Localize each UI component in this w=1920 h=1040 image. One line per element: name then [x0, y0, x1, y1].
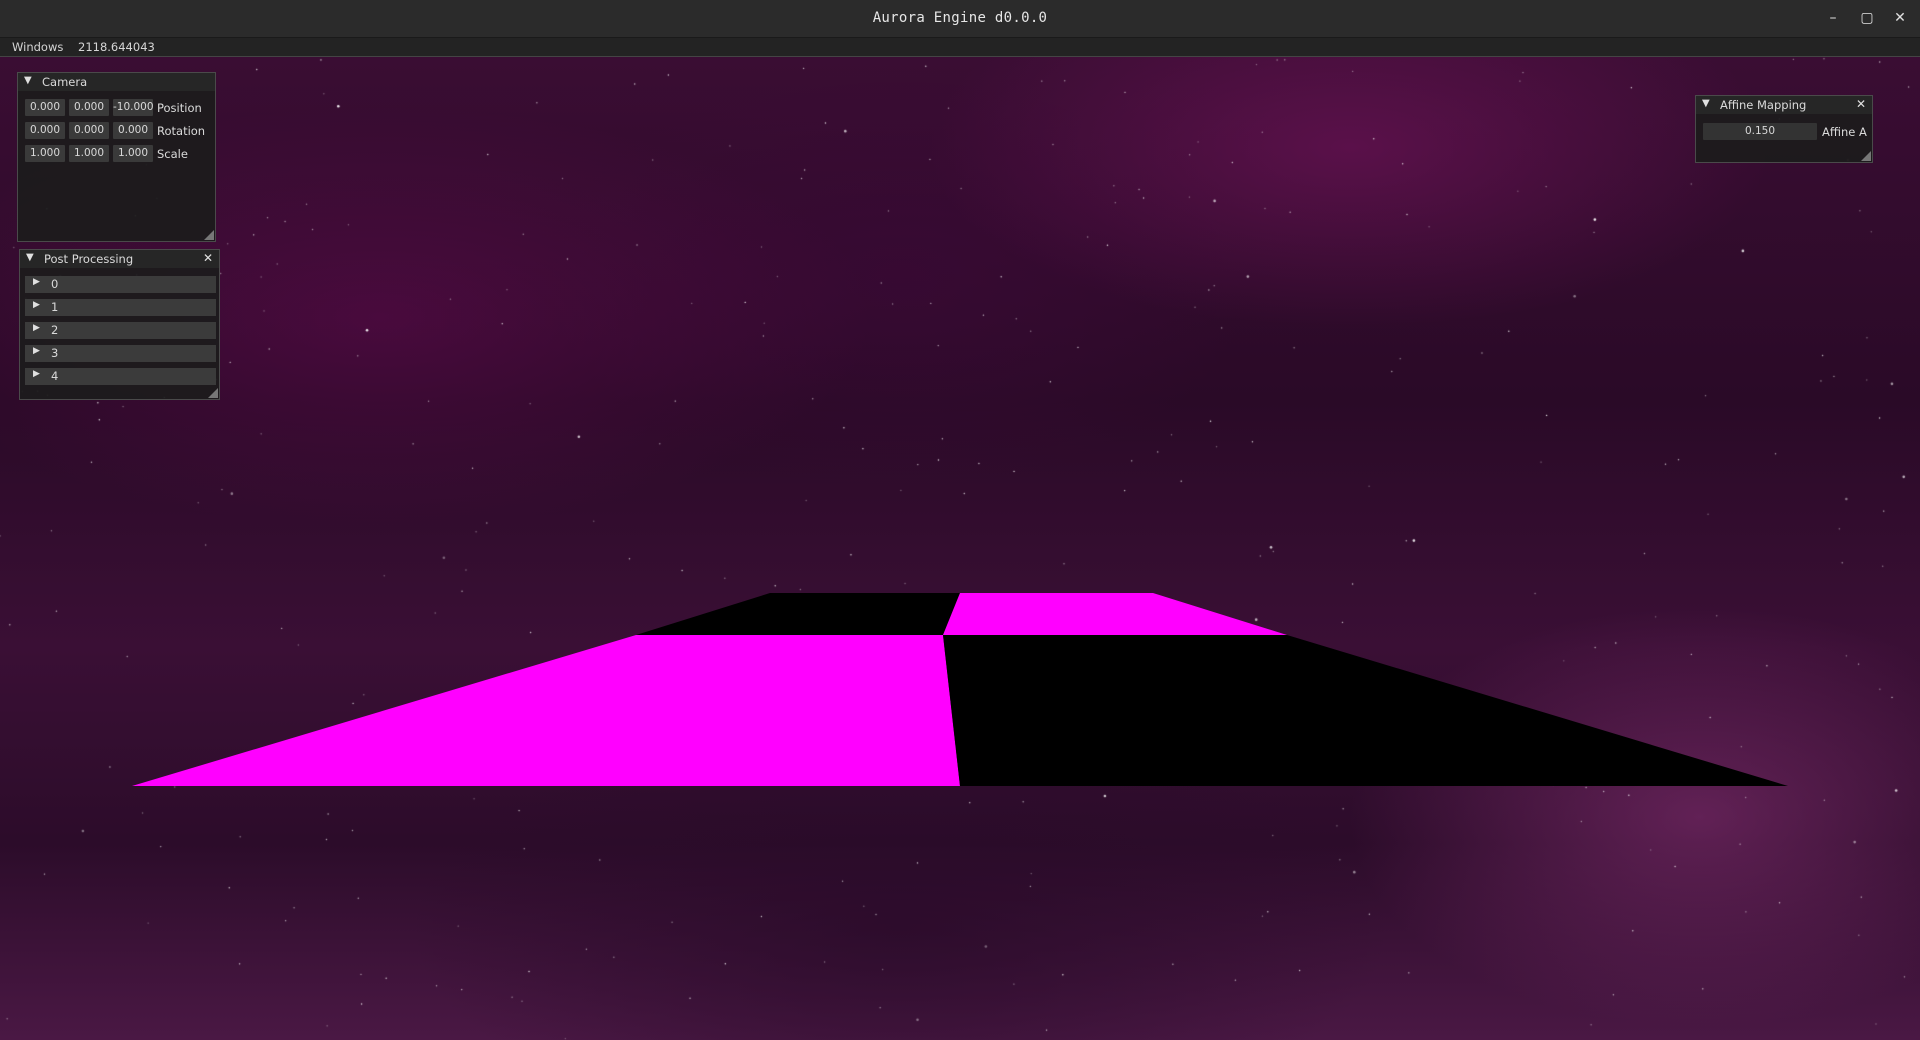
camera-panel-header[interactable]: ▼ Camera	[18, 73, 215, 91]
post-process-node-1[interactable]: ▶ 1	[25, 299, 216, 316]
affine-mapping-panel: ▼ Affine Mapping ✕ 0.150 Affine A	[1695, 95, 1873, 163]
post-process-node-0[interactable]: ▶ 0	[25, 276, 216, 293]
floor-tile-far-left	[636, 593, 960, 635]
post-process-node-label: 3	[51, 346, 59, 360]
affine-a-slider[interactable]: 0.150	[1703, 123, 1817, 140]
scale-z-field[interactable]: 1.000	[113, 145, 153, 162]
close-window-button[interactable]: ✕	[1886, 6, 1914, 30]
post-processing-panel: ▼ Post Processing ✕ ▶ 0 ▶ 1 ▶ 2 ▶ 3 ▶ 4	[19, 249, 220, 400]
menu-windows[interactable]: Windows	[12, 40, 63, 54]
post-processing-panel-title: Post Processing	[44, 252, 134, 266]
expand-arrow-icon: ▶	[33, 346, 40, 356]
affine-mapping-panel-header[interactable]: ▼ Affine Mapping ✕	[1696, 96, 1872, 114]
post-process-node-label: 2	[51, 323, 59, 337]
post-process-node-4[interactable]: ▶ 4	[25, 368, 216, 385]
floor-tile-near-right	[943, 635, 1788, 786]
position-x-field[interactable]: 0.000	[25, 99, 65, 116]
collapse-triangle-icon[interactable]: ▼	[24, 75, 32, 86]
camera-panel: ▼ Camera 0.000 0.000 -10.000 Position 0.…	[17, 72, 216, 242]
collapse-triangle-icon[interactable]: ▼	[1702, 98, 1710, 109]
frame-time-readout: 2118.644043	[78, 40, 155, 54]
scene-viewport[interactable]	[0, 57, 1920, 1040]
resize-grip-icon[interactable]	[1861, 151, 1871, 161]
post-process-node-3[interactable]: ▶ 3	[25, 345, 216, 362]
window-title: Aurora Engine d0.0.0	[872, 10, 1048, 26]
position-label: Position	[157, 101, 202, 115]
scale-label: Scale	[157, 147, 188, 161]
rotation-y-field[interactable]: 0.000	[69, 122, 109, 139]
resize-grip-icon[interactable]	[208, 388, 218, 398]
close-icon[interactable]: ✕	[203, 251, 213, 265]
position-z-field[interactable]: -10.000	[113, 99, 154, 116]
camera-panel-title: Camera	[42, 75, 88, 89]
post-process-node-label: 1	[51, 300, 59, 314]
main-menu-bar: Windows 2118.644043	[0, 38, 1920, 57]
post-process-node-2[interactable]: ▶ 2	[25, 322, 216, 339]
collapse-triangle-icon[interactable]: ▼	[26, 252, 34, 263]
checkerboard-floor	[132, 593, 1788, 786]
expand-arrow-icon: ▶	[33, 277, 40, 287]
post-process-node-label: 4	[51, 369, 59, 383]
resize-grip-icon[interactable]	[204, 230, 214, 240]
rotation-x-field[interactable]: 0.000	[25, 122, 65, 139]
window-title-bar: Aurora Engine d0.0.0 – ▢ ✕	[0, 0, 1920, 38]
post-processing-panel-header[interactable]: ▼ Post Processing ✕	[20, 250, 219, 268]
restore-button[interactable]: ▢	[1853, 6, 1881, 30]
scale-x-field[interactable]: 1.000	[25, 145, 65, 162]
scale-y-field[interactable]: 1.000	[69, 145, 109, 162]
affine-a-label: Affine A	[1822, 125, 1867, 139]
post-process-node-label: 0	[51, 277, 59, 291]
rotation-label: Rotation	[157, 124, 206, 138]
close-icon[interactable]: ✕	[1856, 97, 1866, 111]
minimize-button[interactable]: –	[1819, 6, 1847, 30]
rotation-z-field[interactable]: 0.000	[113, 122, 153, 139]
expand-arrow-icon: ▶	[33, 323, 40, 333]
affine-mapping-panel-title: Affine Mapping	[1720, 98, 1807, 112]
floor-tile-near-left	[132, 635, 960, 786]
expand-arrow-icon: ▶	[33, 300, 40, 310]
expand-arrow-icon: ▶	[33, 369, 40, 379]
position-y-field[interactable]: 0.000	[69, 99, 109, 116]
floor-tile-far-right	[943, 593, 1287, 635]
